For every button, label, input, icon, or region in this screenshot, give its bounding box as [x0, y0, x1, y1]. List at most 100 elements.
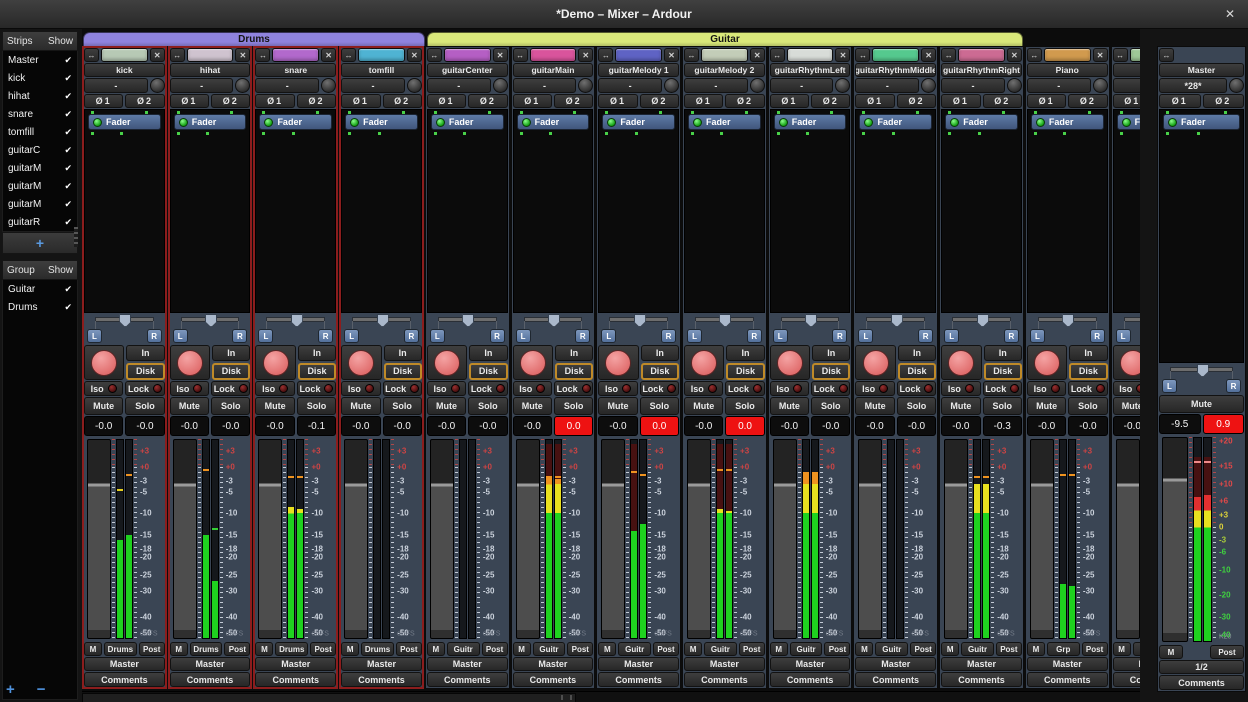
strips-list-row[interactable]: kick✔	[3, 69, 77, 87]
post-button[interactable]: Post	[824, 642, 850, 656]
strip-name-button[interactable]: snare	[255, 63, 336, 77]
strip-width-toggle[interactable]: ↔	[770, 48, 785, 62]
master-name-button[interactable]: Master	[1159, 63, 1244, 77]
trim-display[interactable]: -	[1027, 78, 1091, 93]
phase-1-button[interactable]: Ø1	[255, 94, 294, 108]
strip-width-toggle[interactable]: ↔	[684, 48, 699, 62]
strip-width-toggle[interactable]: ↔	[341, 48, 356, 62]
gain-display[interactable]: -0.0	[427, 416, 466, 436]
solo-isolate-button[interactable]: Iso	[855, 381, 894, 396]
peak-display[interactable]: 0.0	[554, 416, 593, 436]
strip-width-toggle[interactable]: ↔	[170, 48, 185, 62]
pan-right-button[interactable]: R	[147, 329, 162, 343]
monitor-disk-button[interactable]: Disk	[469, 363, 507, 381]
solo-isolate-button[interactable]: Iso	[770, 381, 809, 396]
trim-knob[interactable]	[1229, 78, 1244, 93]
mono-button[interactable]: M	[341, 642, 359, 656]
processor-box[interactable]: Fader	[1113, 109, 1140, 313]
record-arm-button[interactable]	[1113, 345, 1140, 380]
volume-fader[interactable]	[858, 439, 882, 639]
solo-isolate-button[interactable]: Iso	[427, 381, 466, 396]
strip-width-toggle[interactable]: ↔	[598, 48, 613, 62]
post-button[interactable]: Post	[1082, 642, 1108, 656]
strip-color-button[interactable]	[872, 48, 919, 62]
processor-active-led[interactable]	[864, 118, 873, 127]
processor-box[interactable]: Fader	[684, 109, 765, 313]
volume-fader[interactable]	[1030, 439, 1054, 639]
trim-display[interactable]: -	[513, 78, 577, 93]
gain-display[interactable]: -0.0	[513, 416, 552, 436]
pan-right-button[interactable]: R	[1004, 329, 1019, 343]
gain-display[interactable]: -0.0	[1113, 416, 1140, 436]
fader-processor[interactable]: Fader	[688, 114, 761, 130]
trim-knob[interactable]	[750, 78, 765, 93]
peak-display[interactable]: 0.0	[640, 416, 679, 436]
mono-button[interactable]: M	[1027, 642, 1045, 656]
phase-1-button[interactable]: Ø1	[427, 94, 466, 108]
phase-1-button[interactable]: Ø1	[1159, 94, 1201, 108]
pan-widget[interactable]: LR	[172, 314, 249, 344]
volume-fader[interactable]	[1116, 439, 1140, 639]
monitor-disk-button[interactable]: Disk	[384, 363, 422, 381]
comments-button[interactable]: Comments	[170, 672, 251, 687]
pan-right-button[interactable]: R	[661, 329, 676, 343]
monitor-input-button[interactable]: In	[641, 345, 679, 361]
pan-right-button[interactable]: R	[832, 329, 847, 343]
pan-right-button[interactable]: R	[1226, 379, 1241, 393]
post-button[interactable]: Post	[310, 642, 336, 656]
post-button[interactable]: Post	[653, 642, 679, 656]
mute-button[interactable]: Mute	[1159, 395, 1244, 413]
processor-active-led[interactable]	[522, 118, 531, 127]
fader-processor[interactable]: Fader	[431, 114, 504, 130]
strip-visible-checkbox[interactable]: ✔	[64, 199, 72, 210]
processor-box[interactable]: Fader	[1027, 109, 1108, 313]
strip-width-toggle[interactable]: ↔	[855, 48, 870, 62]
strip-color-button[interactable]	[358, 48, 405, 62]
strip-width-toggle[interactable]: ↔	[427, 48, 442, 62]
strip-width-toggle[interactable]: ↔	[255, 48, 270, 62]
strip-color-button[interactable]	[615, 48, 662, 62]
monitor-input-button[interactable]: In	[812, 345, 850, 361]
record-arm-button[interactable]	[427, 345, 467, 380]
strip-visible-checkbox[interactable]: ✔	[64, 127, 72, 138]
pan-right-button[interactable]: R	[404, 329, 419, 343]
trim-knob[interactable]	[1007, 78, 1022, 93]
processor-box[interactable]: Fader	[255, 109, 336, 313]
fader-processor[interactable]: Fader	[259, 114, 332, 130]
phase-1-button[interactable]: Ø1	[513, 94, 552, 108]
monitor-disk-button[interactable]: Disk	[212, 363, 250, 381]
trim-knob[interactable]	[407, 78, 422, 93]
gain-display[interactable]: -0.0	[598, 416, 637, 436]
pan-left-button[interactable]: L	[1116, 329, 1131, 343]
solo-lock-button[interactable]: Lock	[383, 381, 422, 396]
processor-active-led[interactable]	[264, 118, 273, 127]
processor-box[interactable]: Fader	[1159, 109, 1244, 363]
phase-1-button[interactable]: Ø1	[684, 94, 723, 108]
strip-visible-checkbox[interactable]: ✔	[64, 55, 72, 66]
output-button[interactable]: Master	[170, 657, 251, 671]
solo-button[interactable]: Solo	[297, 397, 336, 415]
processor-active-led[interactable]	[179, 118, 188, 127]
strip-close-button[interactable]: ✕	[578, 48, 593, 62]
trim-display[interactable]: -	[598, 78, 662, 93]
trim-display[interactable]: -	[427, 78, 491, 93]
pan-right-button[interactable]: R	[232, 329, 247, 343]
monitor-input-button[interactable]: In	[384, 345, 422, 361]
volume-fader[interactable]	[944, 439, 968, 639]
strip-color-button[interactable]	[787, 48, 834, 62]
comments-button[interactable]: Comments	[855, 672, 936, 687]
strips-list-row[interactable]: guitarM✔	[3, 159, 77, 177]
processor-active-led[interactable]	[607, 118, 616, 127]
strip-visible-checkbox[interactable]: ✔	[64, 73, 72, 84]
fader-processor[interactable]: Fader	[345, 114, 418, 130]
processor-active-led[interactable]	[1122, 118, 1131, 127]
peak-display[interactable]: -0.1	[297, 416, 336, 436]
gain-display[interactable]: -0.0	[341, 416, 380, 436]
strip-color-button[interactable]	[444, 48, 491, 62]
trim-display[interactable]: -	[84, 78, 148, 93]
processor-box[interactable]: Fader	[770, 109, 851, 313]
solo-isolate-button[interactable]: Iso	[1113, 381, 1140, 396]
gain-display[interactable]: -0.0	[170, 416, 209, 436]
volume-fader[interactable]	[773, 439, 797, 639]
solo-lock-button[interactable]: Lock	[1068, 381, 1107, 396]
